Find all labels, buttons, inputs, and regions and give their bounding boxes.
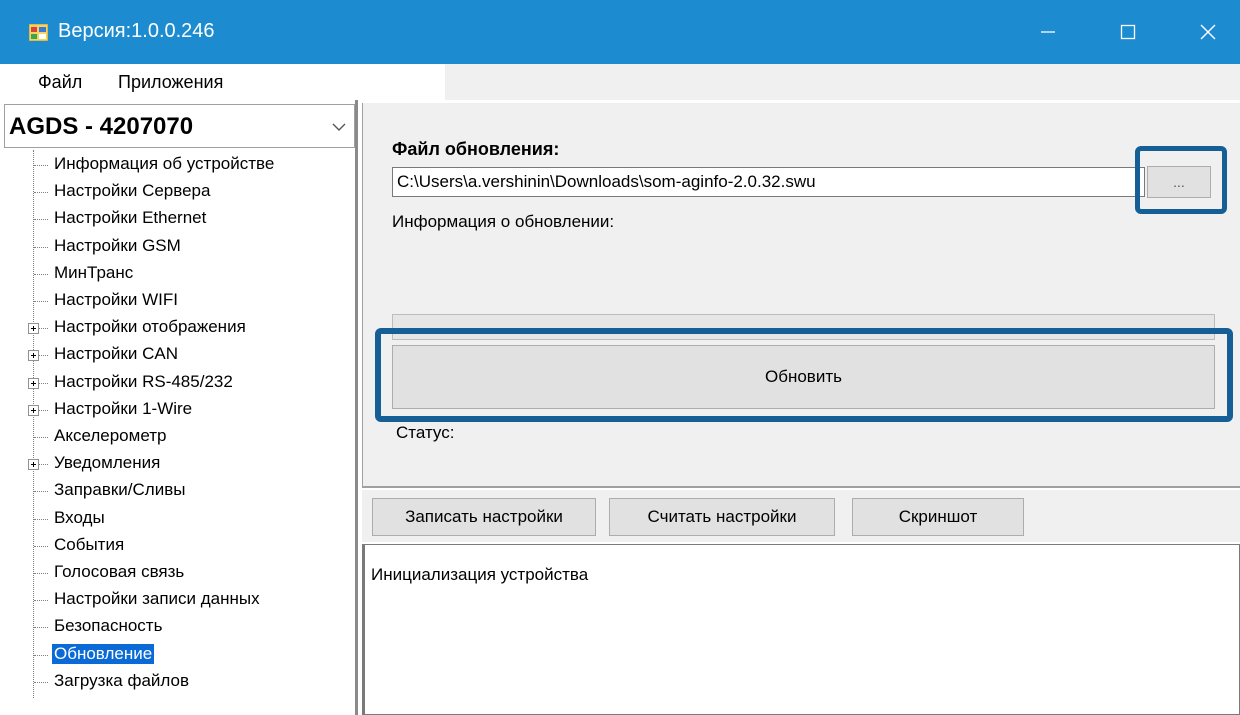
tree-connector-line (34, 219, 48, 221)
menu-bar: Файл Приложения (0, 64, 1240, 100)
sidebar: AGDS - 4207070 Информация об устройстве Н… (0, 100, 358, 715)
device-select[interactable]: AGDS - 4207070 (4, 104, 355, 148)
tree-connector-line (34, 246, 48, 248)
tree-item[interactable]: Настройки RS-485/232 (0, 370, 355, 397)
tree-item[interactable]: МинТранс (0, 261, 355, 288)
tree-item[interactable]: Настройки CAN (0, 342, 355, 369)
tree-item-label: Входы (54, 507, 105, 527)
tree-item[interactable]: Голосовая связь (0, 560, 355, 587)
tree-item[interactable]: События (0, 533, 355, 560)
expand-plus-icon[interactable] (28, 350, 39, 362)
tree-item-label: Настройки записи данных (54, 589, 260, 609)
tree-item-label: Настройки Ethernet (54, 208, 207, 228)
window-title: Версия:1.0.0.246 (58, 20, 215, 42)
tree-connector-line (34, 654, 48, 656)
browse-button-highlight (1135, 146, 1227, 214)
close-button[interactable] (1178, 0, 1238, 64)
tree-item-label: Настройки 1-Wire (54, 398, 193, 418)
update-file-label: Файл обновления: (392, 139, 560, 159)
tree-connector-line (34, 192, 48, 194)
tree-item[interactable]: Настройки записи данных (0, 587, 355, 614)
chevron-down-icon (332, 123, 346, 131)
screenshot-button[interactable]: Скриншот (852, 498, 1024, 536)
expand-plus-icon[interactable] (28, 404, 39, 416)
tree-item-label: События (54, 534, 125, 554)
update-panel: Файл обновления: ... Информация о обновл… (362, 103, 1240, 488)
status-label: Статус: (396, 423, 455, 442)
tree-item[interactable]: Настройки GSM (0, 234, 355, 261)
menu-bar-filler (445, 64, 1240, 100)
minimize-icon (1041, 31, 1055, 33)
update-button-highlight (375, 328, 1233, 422)
expand-plus-icon[interactable] (28, 459, 39, 471)
tree-item[interactable]: Настройки отображения (0, 315, 355, 342)
tree-connector-line (34, 518, 48, 520)
maximize-icon (1120, 24, 1136, 40)
tree-item-label: Акселерометр (54, 426, 167, 445)
tree-item-label: Голосовая связь (54, 562, 185, 581)
action-toolbar: Записать настройки Считать настройки Скр… (362, 490, 1240, 542)
tree-item[interactable]: Уведомления (0, 451, 355, 478)
tree-item[interactable]: Настройки Ethernet (0, 206, 355, 233)
tree-connector-line (34, 273, 48, 275)
tree-item-label: Настройки CAN (54, 344, 178, 364)
update-file-path-input[interactable] (392, 167, 1145, 197)
minimize-button[interactable] (1018, 0, 1078, 64)
tree-connector-line (34, 165, 48, 166)
tree-connector-line (34, 600, 48, 602)
tree-item[interactable]: Акселерометр (0, 424, 355, 451)
tree-item[interactable]: Настройки WIFI (0, 288, 355, 315)
tree-connector-line (34, 573, 48, 574)
tree-item[interactable]: Настройки 1-Wire (0, 397, 355, 424)
tree-item[interactable]: Информация об устройстве (0, 152, 355, 179)
tree-item-label: Безопасность (54, 616, 163, 636)
tree-connector-line (34, 627, 48, 629)
close-icon (1200, 24, 1216, 40)
tree-item[interactable]: Загрузка файлов (0, 669, 355, 696)
expand-plus-icon[interactable] (28, 377, 39, 389)
tree-item-label: Загрузка файлов (54, 670, 190, 690)
tree-item[interactable]: Заправки/Сливы (0, 478, 355, 505)
maximize-button[interactable] (1098, 0, 1158, 64)
tree-item[interactable]: Настройки Сервера (0, 179, 355, 206)
tree-item-label: Настройки отображения (54, 317, 246, 337)
menu-applications[interactable]: Приложения (118, 72, 223, 93)
tree-item-label: Заправки/Сливы (54, 480, 186, 500)
tree-connector-line (34, 681, 48, 683)
tree-item-label: МинТранс (54, 262, 134, 282)
expand-plus-icon[interactable] (28, 323, 39, 335)
log-textbox[interactable]: Инициализация устройства (362, 544, 1240, 715)
tree-item-label: Обновление (52, 643, 155, 664)
tree-item-label: Настройки GSM (54, 235, 181, 255)
tree-connector-line (34, 491, 48, 493)
write-settings-button[interactable]: Записать настройки (372, 498, 596, 536)
tree-connector-line (34, 545, 48, 547)
title-bar: Версия:1.0.0.246 (0, 0, 1240, 64)
tree-item-label: Настройки Сервера (54, 181, 211, 201)
tree-item-label: Настройки WIFI (54, 290, 178, 309)
update-info-label: Информация о обновлении: (392, 212, 615, 231)
read-settings-button[interactable]: Считать настройки (609, 498, 835, 536)
tree-item-label: Настройки RS-485/232 (54, 371, 233, 391)
tree-item[interactable]: Входы (0, 506, 355, 533)
app-icon (29, 24, 48, 41)
log-text: Инициализация устройства (371, 565, 589, 584)
tree-item-label: Уведомления (54, 453, 161, 473)
menu-file[interactable]: Файл (38, 72, 82, 93)
tree-connector-line (34, 437, 48, 438)
tree-item[interactable]: Обновление (0, 642, 355, 669)
tree-item-label: Информация об устройстве (54, 154, 275, 173)
tree-item[interactable]: Безопасность (0, 614, 355, 641)
device-select-value: AGDS - 4207070 (9, 113, 194, 140)
tree-connector-line (34, 301, 48, 302)
